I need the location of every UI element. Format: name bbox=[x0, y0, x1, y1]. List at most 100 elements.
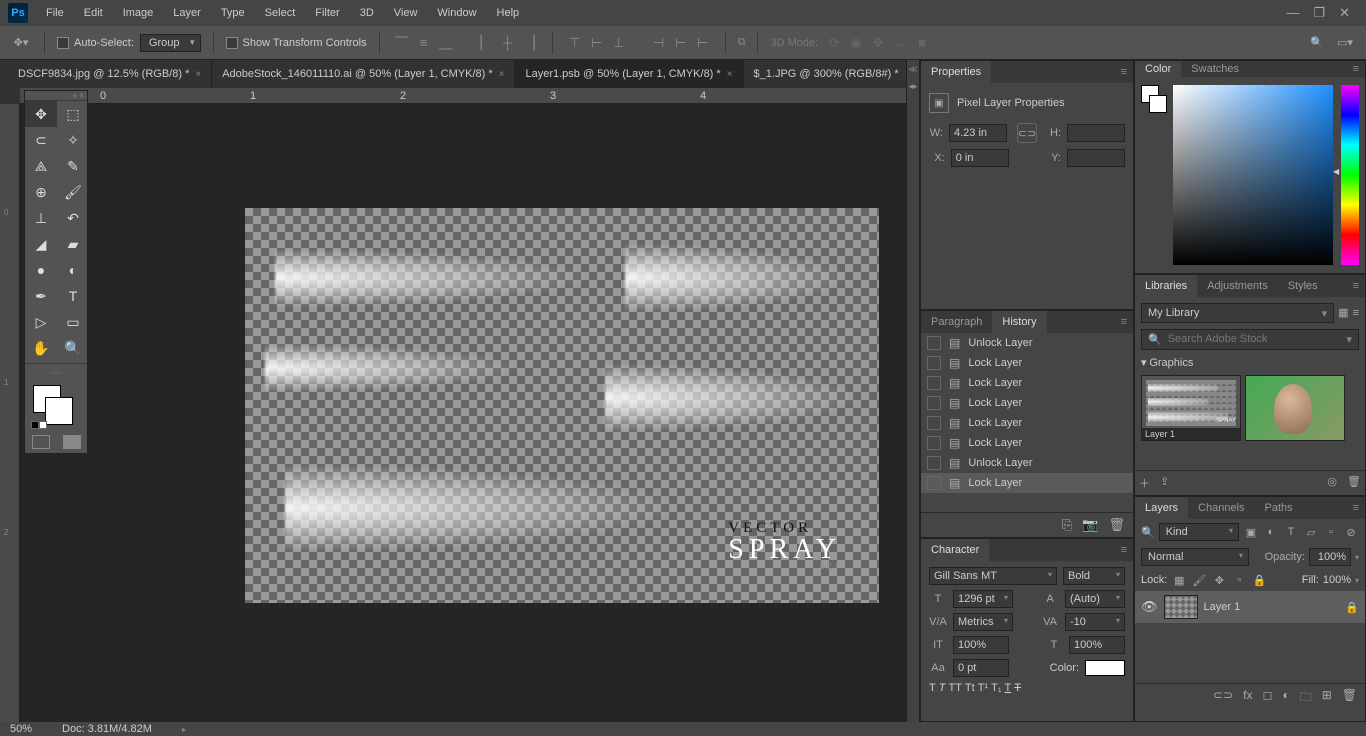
align-hcenter-icon[interactable]: ┼ bbox=[498, 33, 518, 53]
canvas-viewport[interactable]: VECTOR SPRAY SET bbox=[20, 104, 912, 722]
filter-search-icon[interactable]: 🔍 bbox=[1141, 526, 1155, 539]
font-style-select[interactable]: Bold bbox=[1063, 567, 1125, 585]
opacity-input[interactable]: 100% bbox=[1309, 548, 1351, 566]
color-field[interactable] bbox=[1173, 85, 1333, 265]
menu-select[interactable]: Select bbox=[255, 0, 306, 26]
tab-swatches[interactable]: Swatches bbox=[1181, 61, 1249, 77]
grid-view-icon[interactable]: ▦ bbox=[1338, 306, 1348, 319]
tab-close-icon[interactable]: × bbox=[727, 69, 733, 80]
menu-layer[interactable]: Layer bbox=[163, 0, 211, 26]
filter-smart-icon[interactable]: ▫ bbox=[1323, 526, 1339, 538]
menu-window[interactable]: Window bbox=[427, 0, 486, 26]
hscale-input[interactable] bbox=[1069, 636, 1125, 654]
menu-type[interactable]: Type bbox=[211, 0, 255, 26]
eraser-tool[interactable]: ◢ bbox=[25, 231, 57, 257]
link-dimensions-icon[interactable]: ⊂⊃ bbox=[1017, 123, 1037, 143]
tab-paragraph[interactable]: Paragraph bbox=[921, 311, 992, 333]
dist-left-icon[interactable]: ⊣ bbox=[649, 33, 669, 53]
layer-group-icon[interactable]: 🗀 bbox=[1300, 688, 1312, 709]
tab-adjustments[interactable]: Adjustments bbox=[1197, 275, 1278, 297]
dist-hcenter-icon[interactable]: ⊢ bbox=[671, 33, 691, 53]
font-family-select[interactable]: Gill Sans MT bbox=[929, 567, 1057, 585]
tab-character[interactable]: Character bbox=[921, 539, 989, 561]
font-size-input[interactable]: 1296 pt bbox=[953, 590, 1013, 608]
align-top-icon[interactable]: ⎺ bbox=[392, 33, 412, 53]
path-select-tool[interactable]: ▷ bbox=[25, 309, 57, 335]
subscript-icon[interactable]: T₁ bbox=[991, 682, 1001, 694]
history-item[interactable]: ▤Unlock Layer bbox=[921, 453, 1133, 473]
dist-vcenter-icon[interactable]: ⊢ bbox=[587, 33, 607, 53]
filter-shape-icon[interactable]: ▱ bbox=[1303, 526, 1319, 539]
healing-tool[interactable]: ⊕ bbox=[25, 179, 57, 205]
history-item[interactable]: ▤Lock Layer bbox=[921, 473, 1133, 493]
tab-paths[interactable]: Paths bbox=[1255, 497, 1303, 519]
align-right-icon[interactable]: ▕ bbox=[520, 33, 540, 53]
blend-mode-select[interactable]: Normal bbox=[1141, 548, 1249, 566]
tab-history[interactable]: History bbox=[992, 311, 1046, 333]
panel-menu-icon[interactable]: ≡ bbox=[1115, 539, 1133, 561]
kerning-select[interactable]: Metrics bbox=[953, 613, 1013, 631]
stamp-tool[interactable]: ⊥ bbox=[25, 205, 57, 231]
history-item[interactable]: ▤Unlock Layer bbox=[921, 333, 1133, 353]
magic-wand-tool[interactable]: ✧ bbox=[57, 127, 89, 153]
marquee-tool[interactable]: ⬚ bbox=[57, 101, 89, 127]
color-picker-swatches[interactable] bbox=[1141, 85, 1165, 265]
snapshot-icon[interactable]: 📷 bbox=[1082, 517, 1098, 533]
canvas[interactable]: VECTOR SPRAY SET bbox=[245, 208, 879, 603]
chevron-down-icon[interactable]: ▾ bbox=[1355, 553, 1359, 562]
text-color-swatch[interactable] bbox=[1085, 660, 1125, 676]
underline-icon[interactable]: T bbox=[1005, 682, 1012, 694]
layer-lock-icon[interactable]: 🔒 bbox=[1345, 601, 1359, 614]
3d-zoom-icon[interactable]: ■ bbox=[912, 33, 932, 53]
gradient-tool[interactable]: ▰ bbox=[57, 231, 89, 257]
bold-icon[interactable]: T bbox=[929, 682, 936, 694]
menu-help[interactable]: Help bbox=[487, 0, 530, 26]
panel-collapse-strip[interactable]: ≪◂▸ bbox=[906, 60, 920, 722]
tab-doc-2[interactable]: Layer1.psb @ 50% (Layer 1, CMYK/8) *× bbox=[515, 60, 743, 88]
minimize-icon[interactable]: — bbox=[1286, 5, 1299, 21]
zoom-level[interactable]: 50% bbox=[10, 723, 32, 735]
section-toggle-icon[interactable]: ▾ bbox=[1141, 357, 1147, 369]
close-icon[interactable]: ✕ bbox=[1339, 5, 1350, 21]
menu-view[interactable]: View bbox=[384, 0, 428, 26]
fill-input[interactable]: 100% bbox=[1323, 574, 1351, 586]
list-view-icon[interactable]: ≡ bbox=[1353, 307, 1359, 319]
lock-transparency-icon[interactable]: ▦ bbox=[1171, 572, 1187, 588]
chevron-down-icon[interactable]: ▾ bbox=[1355, 576, 1359, 585]
status-flyout-icon[interactable]: ▸ bbox=[182, 725, 186, 734]
move-tool[interactable]: ✥ bbox=[25, 101, 57, 127]
restore-icon[interactable]: ❐ bbox=[1313, 5, 1325, 21]
auto-align-icon[interactable]: ⧉ bbox=[738, 36, 746, 49]
menu-filter[interactable]: Filter bbox=[305, 0, 349, 26]
library-search[interactable]: 🔍 Search Adobe Stock ▾ bbox=[1141, 329, 1359, 350]
3d-roll-icon[interactable]: ◉ bbox=[846, 33, 866, 53]
blur-tool[interactable]: ● bbox=[25, 257, 57, 283]
history-item[interactable]: ▤Lock Layer bbox=[921, 433, 1133, 453]
cc-icon[interactable]: ◎ bbox=[1327, 475, 1337, 491]
library-select[interactable]: My Library bbox=[1141, 303, 1334, 323]
align-vcenter-icon[interactable]: ≡ bbox=[414, 33, 434, 53]
crop-tool[interactable]: ⟁ bbox=[25, 153, 57, 179]
pen-tool[interactable]: ✒ bbox=[25, 283, 57, 309]
superscript-icon[interactable]: T¹ bbox=[978, 682, 988, 694]
layer-name[interactable]: Layer 1 bbox=[1204, 601, 1241, 613]
dist-bottom-icon[interactable]: ⊥ bbox=[609, 33, 629, 53]
library-asset-1[interactable]: SPRAY Layer 1 bbox=[1141, 375, 1241, 441]
brush-tool[interactable]: 🖌 bbox=[57, 179, 89, 205]
3d-orbit-icon[interactable]: ⟳ bbox=[824, 33, 844, 53]
allcaps-icon[interactable]: TT bbox=[948, 682, 961, 694]
eyedropper-tool[interactable]: ✎ bbox=[57, 153, 89, 179]
strike-icon[interactable]: T bbox=[1014, 682, 1021, 694]
zoom-tool[interactable]: 🔍 bbox=[57, 335, 89, 361]
library-asset-2[interactable] bbox=[1245, 375, 1345, 441]
add-content-icon[interactable]: ＋ bbox=[1139, 475, 1150, 491]
tab-doc-3[interactable]: $_1.JPG @ 300% (RGB/8#) *× bbox=[744, 60, 922, 88]
lasso-tool[interactable]: ⊂ bbox=[25, 127, 57, 153]
layer-row[interactable]: 👁 Layer 1 🔒 bbox=[1135, 591, 1365, 623]
filter-toggle-icon[interactable]: ⊘ bbox=[1343, 526, 1359, 539]
history-item[interactable]: ▤Lock Layer bbox=[921, 373, 1133, 393]
filter-type-icon[interactable]: T bbox=[1283, 526, 1299, 538]
color-swatches[interactable] bbox=[25, 381, 87, 431]
layer-mask-icon[interactable]: ◻ bbox=[1262, 688, 1272, 709]
search-icon[interactable]: 🔍 bbox=[1306, 32, 1328, 54]
